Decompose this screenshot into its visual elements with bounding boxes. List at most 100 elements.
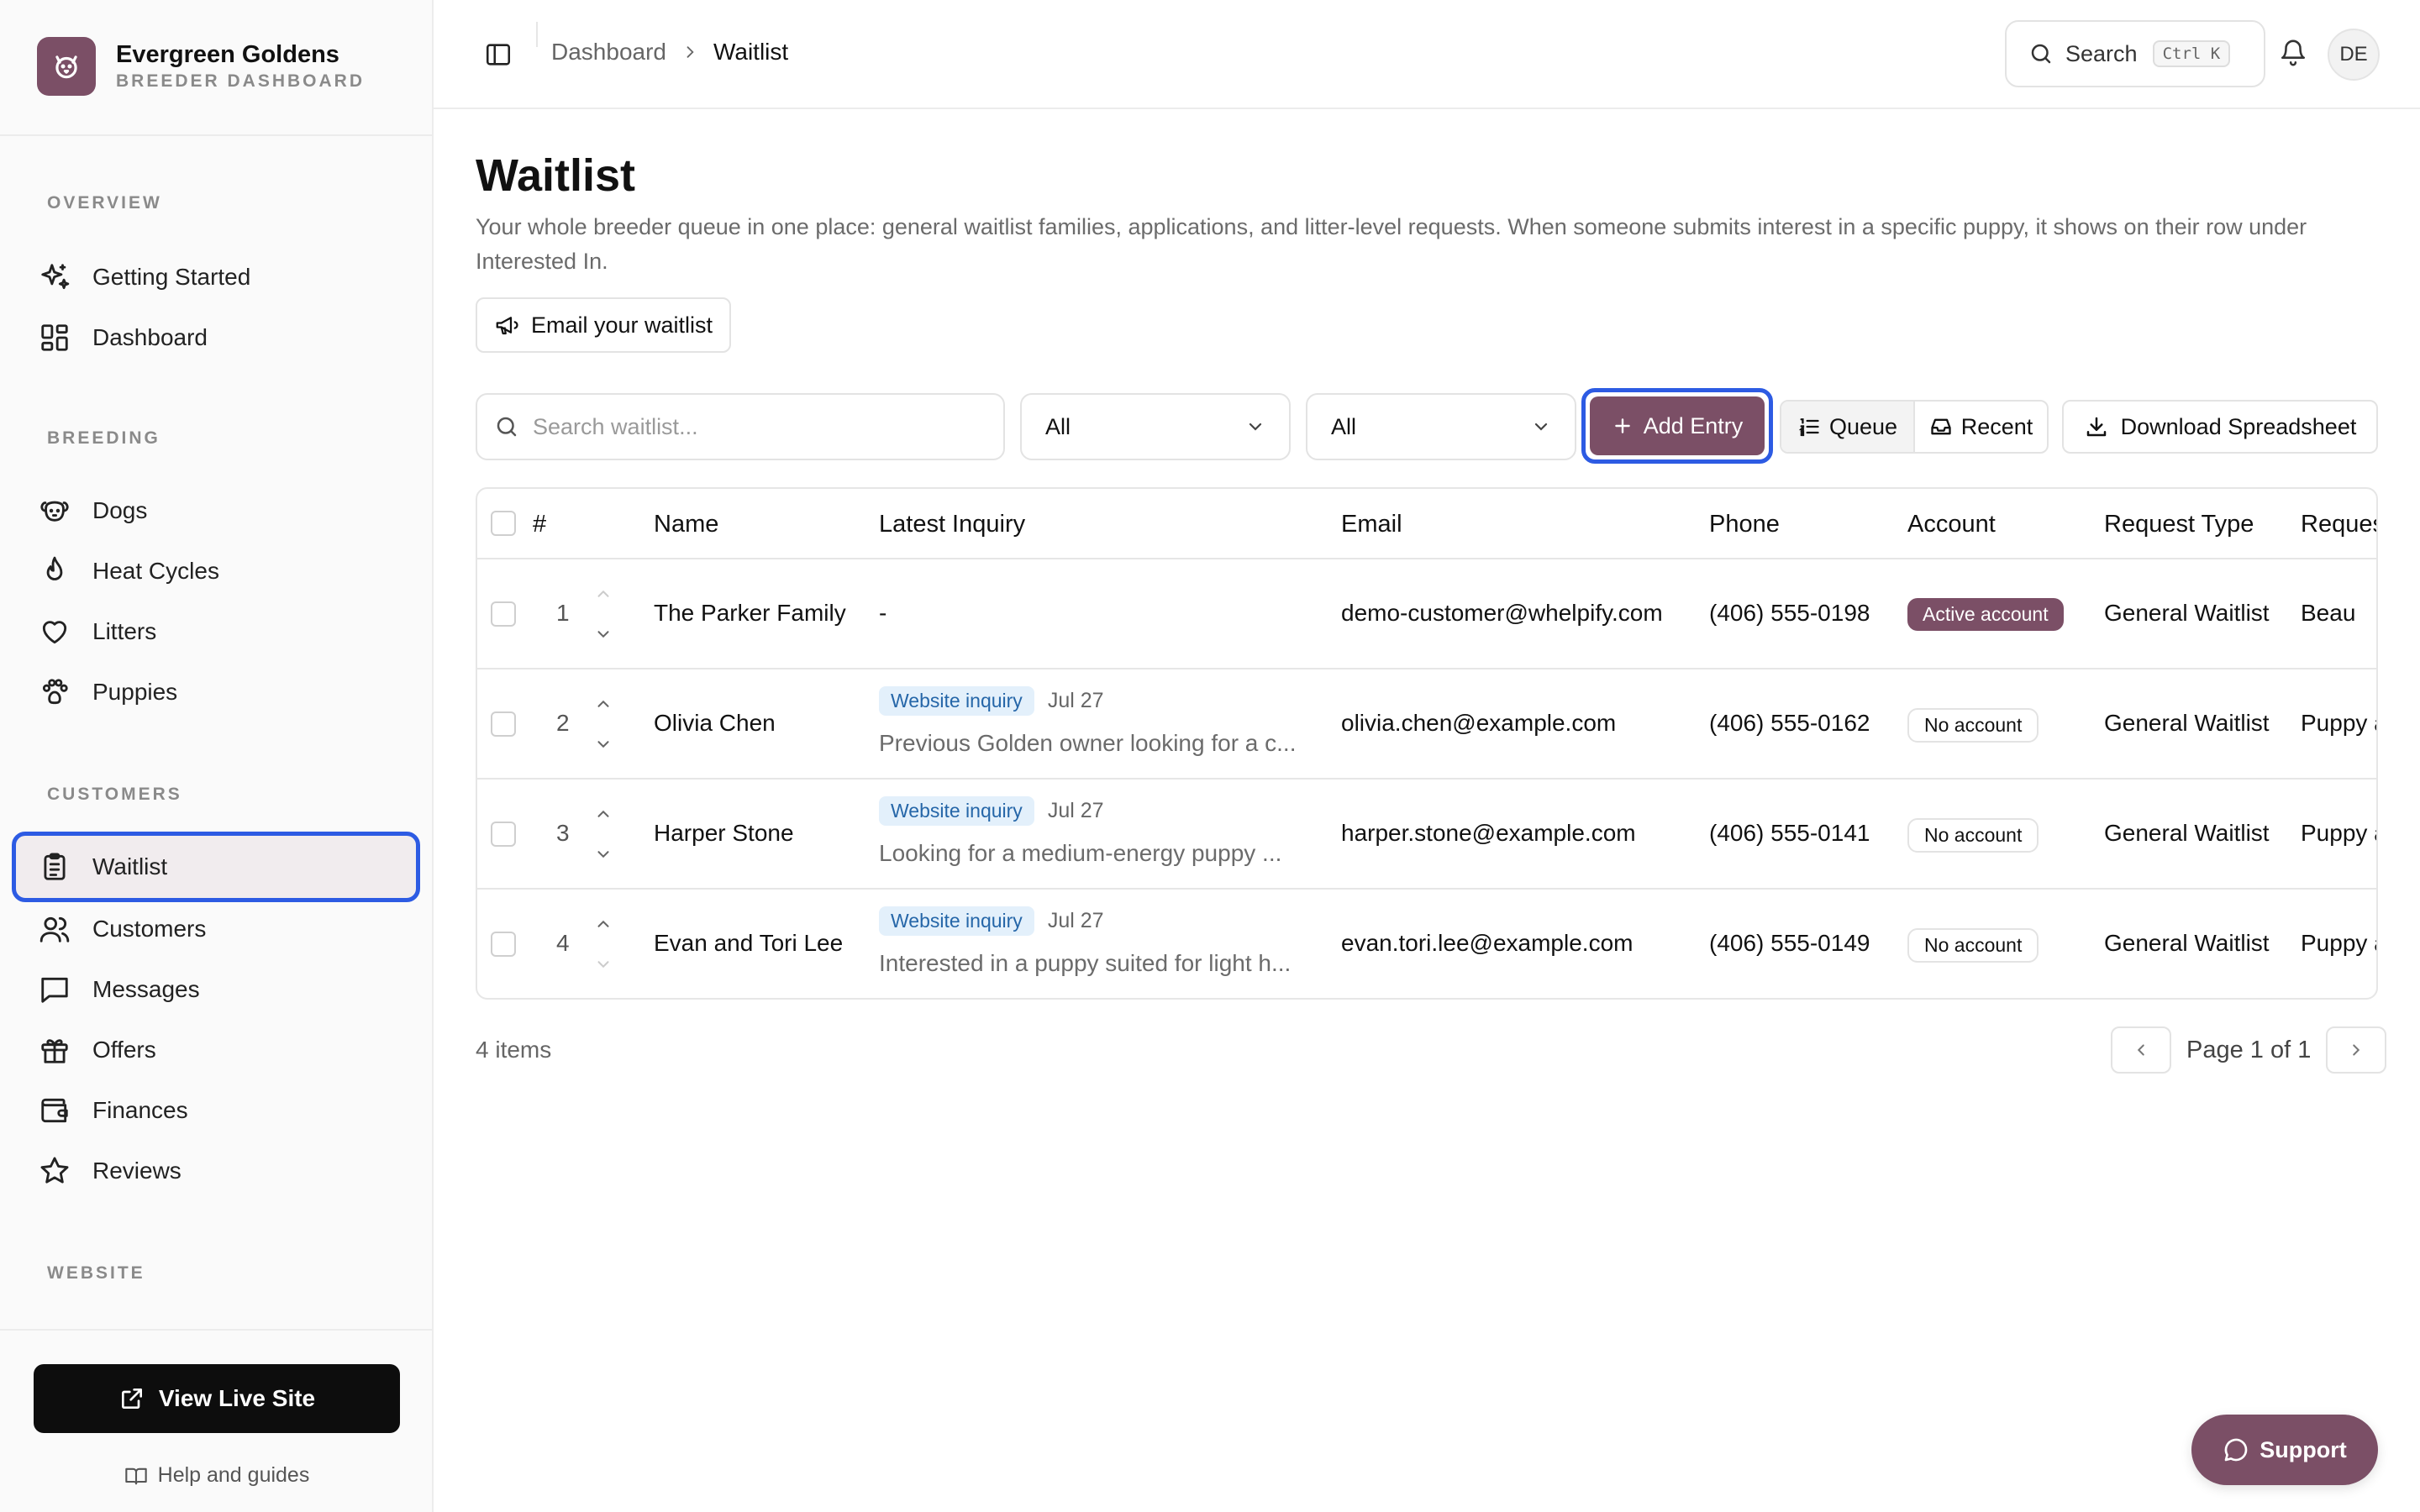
- row-checkbox[interactable]: [491, 711, 516, 737]
- sidebar-item-label: Finances: [92, 1097, 188, 1123]
- sidebar-divider: [0, 1329, 432, 1331]
- add-entry-label: Add Entry: [1643, 412, 1744, 438]
- row-inquiry-text: Previous Golden owner looking for a c...: [879, 730, 1297, 756]
- filter-select-1[interactable]: All: [1020, 393, 1291, 460]
- filter-select-2[interactable]: All: [1306, 393, 1576, 460]
- support-button[interactable]: Support: [2191, 1415, 2378, 1485]
- megaphone-icon: [496, 317, 518, 335]
- waitlist-table: # Name Latest Inquiry Email Phone Accoun…: [476, 487, 2378, 1000]
- sidebar-item-dashboard[interactable]: Dashboard: [12, 307, 420, 368]
- reorder-controls: [592, 915, 615, 974]
- sidebar-item-label: Customers: [92, 916, 207, 942]
- sidebar-item-label: Getting Started: [92, 264, 251, 290]
- sidebar-item-messages[interactable]: Messages: [12, 959, 420, 1020]
- filter-select-1-value: All: [1045, 413, 1071, 439]
- move-down-icon[interactable]: [592, 625, 615, 643]
- sidebar-item-finances[interactable]: Finances: [12, 1080, 420, 1141]
- move-up-icon[interactable]: [592, 915, 615, 933]
- row-checkbox[interactable]: [491, 822, 516, 847]
- row-request: Puppy a: [2301, 710, 2376, 736]
- column-header-request-type[interactable]: Request Type: [2104, 511, 2254, 538]
- view-live-site-button[interactable]: View Live Site: [34, 1364, 400, 1433]
- brand[interactable]: Evergreen Goldens BREEDER DASHBOARD: [37, 37, 365, 96]
- app-root: Evergreen Goldens BREEDER DASHBOARD OVER…: [0, 0, 2420, 1512]
- user-avatar[interactable]: DE: [2328, 29, 2380, 81]
- table-row[interactable]: 3 Harper Stone Website inquiry Jul 27 Loo…: [477, 780, 2376, 890]
- sidebar-toggle-icon[interactable]: [484, 40, 514, 71]
- filter-select-2-value: All: [1331, 413, 1357, 439]
- breadcrumb-current: Waitlist: [713, 39, 789, 65]
- table-row[interactable]: 1 The Parker Family - demo-customer@whel…: [477, 559, 2376, 669]
- inquiry-date: Jul 27: [1047, 799, 1104, 822]
- sidebar-item-waitlist[interactable]: Waitlist: [12, 832, 420, 902]
- row-request: Puppy a: [2301, 820, 2376, 846]
- waitlist-search-input[interactable]: [533, 413, 986, 440]
- sidebar-item-label: Dogs: [92, 497, 148, 523]
- row-checkbox[interactable]: [491, 932, 516, 957]
- table-row[interactable]: 2 Olivia Chen Website inquiry Jul 27 Prev…: [477, 669, 2376, 780]
- row-inquiry-text: Looking for a medium-energy puppy ...: [879, 840, 1282, 866]
- table-row[interactable]: 4 Evan and Tori Lee Website inquiry Jul 2…: [477, 890, 2376, 998]
- message-square-icon: [37, 972, 72, 1007]
- column-header-name[interactable]: Name: [654, 511, 718, 538]
- select-all-checkbox[interactable]: [491, 511, 516, 536]
- sidebar-item-dogs[interactable]: Dogs: [12, 480, 420, 541]
- download-icon: [2086, 417, 2106, 437]
- sidebar-item-label: Waitlist: [92, 853, 168, 879]
- status-badge: Active account: [1907, 598, 2064, 631]
- sidebar-item-reviews[interactable]: Reviews: [12, 1141, 420, 1201]
- star-icon: [37, 1153, 72, 1189]
- move-up-icon[interactable]: [592, 585, 615, 603]
- sidebar-item-getting-started[interactable]: Getting Started: [12, 247, 420, 307]
- brand-subtitle: BREEDER DASHBOARD: [116, 71, 366, 91]
- inquiry-date: Jul 27: [1047, 909, 1104, 932]
- view-queue-button[interactable]: Queue: [1781, 402, 1913, 452]
- grid-icon: [37, 320, 72, 355]
- sidebar-item-customers[interactable]: Customers: [12, 899, 420, 959]
- sidebar-item-puppies[interactable]: Puppies: [12, 662, 420, 722]
- breadcrumb: Dashboard Waitlist: [551, 39, 788, 66]
- column-header-phone[interactable]: Phone: [1709, 511, 1780, 538]
- waitlist-search[interactable]: [476, 393, 1005, 460]
- column-header-account[interactable]: Account: [1907, 511, 1996, 538]
- email-waitlist-button[interactable]: Email your waitlist: [476, 297, 732, 353]
- row-phone: (406) 555-0149: [1709, 930, 1870, 956]
- inquiry-source-badge: Website inquiry: [879, 686, 1034, 716]
- row-request-type: General Waitlist: [2104, 930, 2270, 956]
- page-description: Your whole breeder queue in one place: g…: [476, 214, 2307, 274]
- sidebar-item-heat-cycles[interactable]: Heat Cycles: [12, 541, 420, 601]
- move-down-icon[interactable]: [592, 845, 615, 864]
- add-entry-button[interactable]: Add Entry: [1590, 396, 1765, 455]
- support-label: Support: [2260, 1436, 2347, 1462]
- help-and-guides-link[interactable]: Help and guides: [0, 1463, 434, 1488]
- move-down-icon[interactable]: [592, 955, 615, 974]
- global-search-button[interactable]: Search Ctrl K: [2005, 20, 2265, 87]
- column-header-num[interactable]: #: [533, 511, 546, 538]
- row-name: Evan and Tori Lee: [654, 930, 844, 956]
- users-icon: [37, 911, 72, 947]
- row-request-type: General Waitlist: [2104, 820, 2270, 846]
- row-inquiry-text: Interested in a puppy suited for light h…: [879, 950, 1292, 976]
- section-label-customers: CUSTOMERS: [47, 785, 182, 804]
- column-header-request[interactable]: Reques: [2301, 511, 2376, 538]
- next-page-button[interactable]: [2326, 1026, 2387, 1074]
- column-header-latest-inquiry[interactable]: Latest Inquiry: [879, 511, 1025, 538]
- status-badge: No account: [1907, 818, 2039, 853]
- sidebar-item-offers[interactable]: Offers: [12, 1020, 420, 1080]
- column-header-email[interactable]: Email: [1341, 511, 1402, 538]
- topbar: Dashboard Waitlist Search Ctrl K DE: [434, 0, 2420, 109]
- sidebar-item-litters[interactable]: Litters: [12, 601, 420, 662]
- status-badge: No account: [1907, 928, 2039, 963]
- view-recent-button[interactable]: Recent: [1913, 402, 2047, 452]
- move-up-icon[interactable]: [592, 695, 615, 713]
- chevron-right-icon: [681, 44, 698, 60]
- page-indicator: Page 1 of 1: [2186, 1036, 2312, 1063]
- breadcrumb-dashboard[interactable]: Dashboard: [551, 39, 666, 66]
- section-label-overview: OVERVIEW: [47, 193, 162, 213]
- download-spreadsheet-button[interactable]: Download Spreadsheet: [2062, 400, 2378, 454]
- previous-page-button[interactable]: [2111, 1026, 2171, 1074]
- notifications-bell-icon[interactable]: [2279, 39, 2307, 71]
- move-down-icon[interactable]: [592, 735, 615, 753]
- move-up-icon[interactable]: [592, 805, 615, 823]
- row-checkbox[interactable]: [491, 601, 516, 627]
